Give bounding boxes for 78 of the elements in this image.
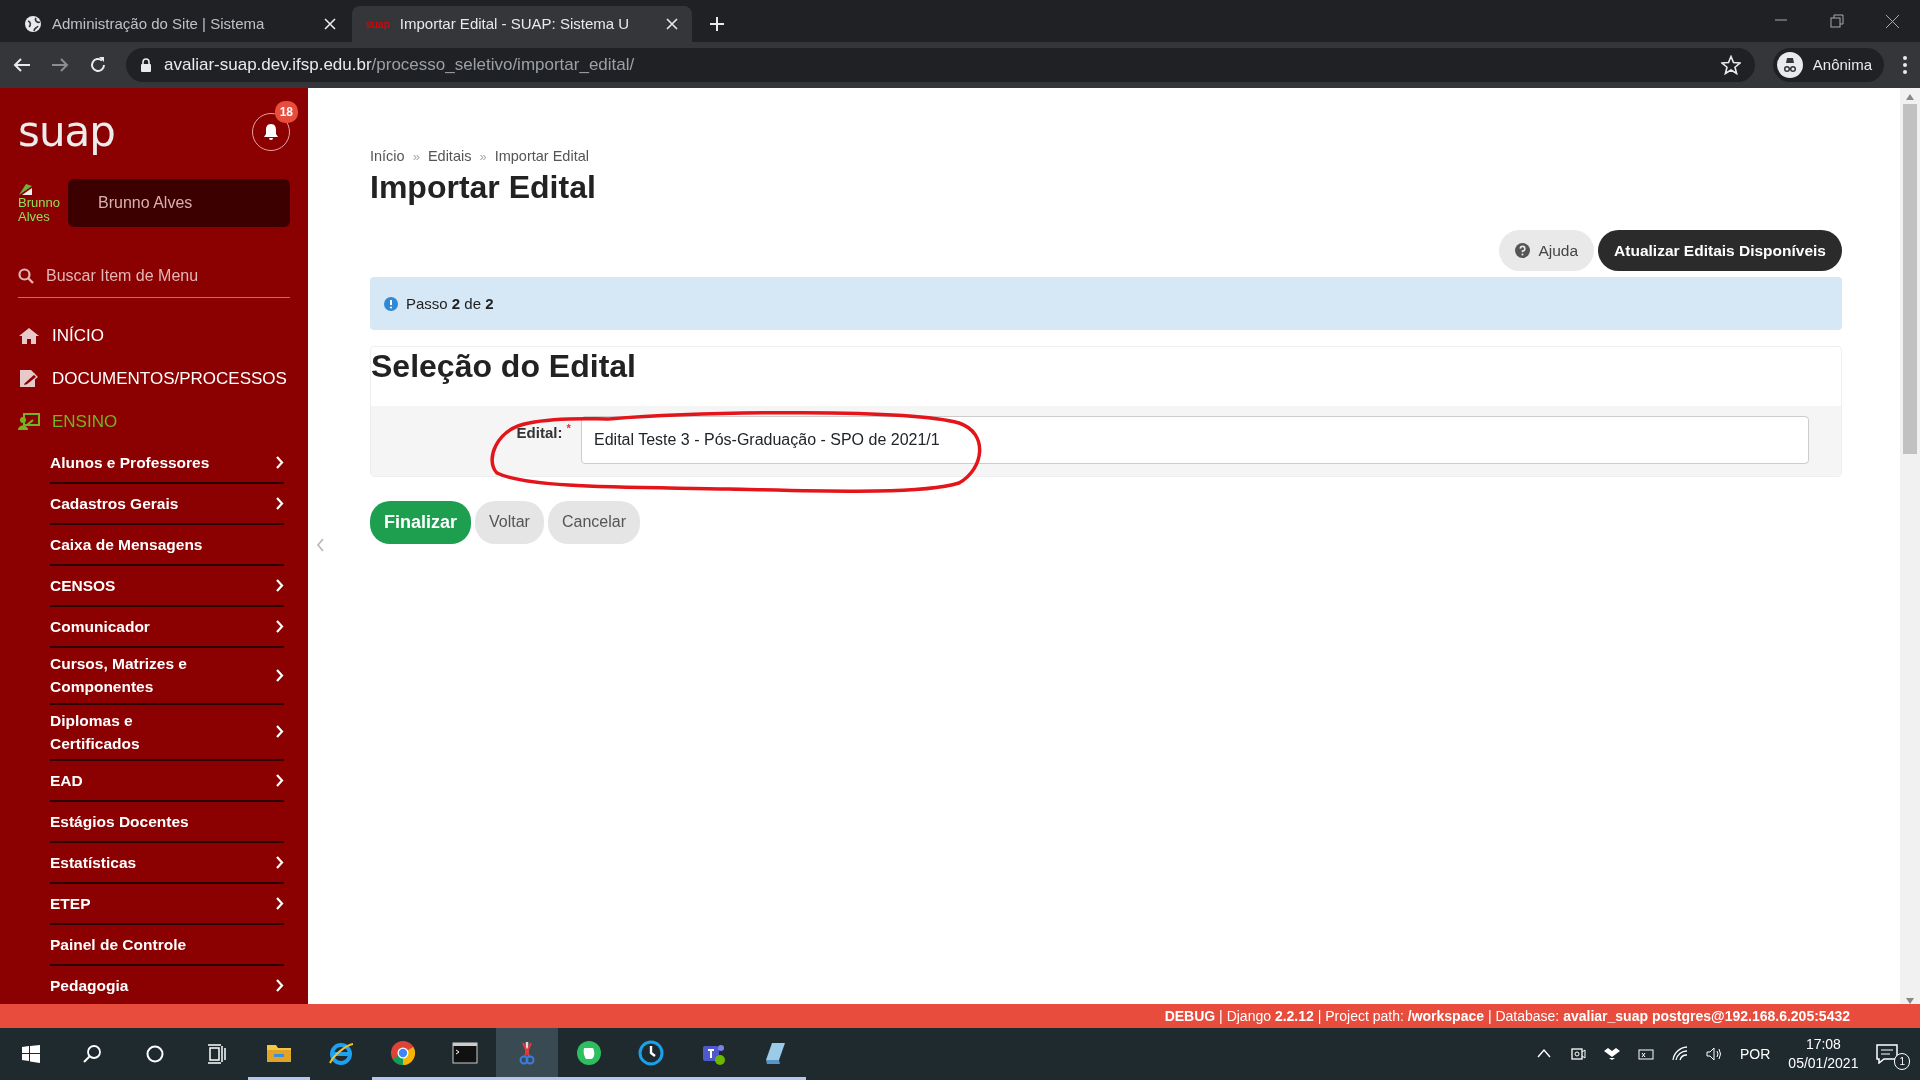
help-button[interactable]: Ajuda bbox=[1499, 230, 1595, 272]
star-icon[interactable] bbox=[1720, 55, 1741, 75]
message-icon[interactable] bbox=[1876, 1044, 1899, 1064]
e-letter-icon bbox=[328, 1041, 354, 1067]
scrollbar-thumb[interactable] bbox=[1903, 104, 1917, 454]
edital-select[interactable]: Edital Teste 3 - Pós-Graduação - SPO de 2021/1 bbox=[581, 415, 1809, 464]
profile-button[interactable]: Anônima bbox=[1772, 48, 1884, 82]
section-title: Seleção do Edital bbox=[371, 347, 637, 387]
alert-message: Passo 2 de 2 bbox=[406, 293, 494, 314]
avatar-alt-text: Brunno Alves bbox=[18, 196, 61, 225]
menu-item[interactable]: EAD bbox=[50, 761, 284, 802]
notification-count: 1 bbox=[1894, 1053, 1910, 1070]
close-icon[interactable] bbox=[1884, 13, 1900, 29]
menu-item[interactable]: Cursos, Matrizes e Componentes bbox=[50, 648, 284, 705]
menu-search-field[interactable]: Buscar Item de Menu bbox=[44, 263, 264, 289]
windows-icon[interactable] bbox=[21, 1044, 41, 1064]
menu-item[interactable]: Alunos e Professores bbox=[50, 443, 284, 484]
form-button[interactable]: Cancelar bbox=[547, 500, 640, 544]
update-button[interactable]: Atualizar Editais Disponíveis bbox=[1598, 230, 1842, 272]
menu-item[interactable]: Painel de Controle bbox=[50, 925, 284, 966]
chrome-icon bbox=[390, 1039, 416, 1066]
menu-item[interactable]: Diplomas e Certificados bbox=[50, 704, 284, 761]
menu-item[interactable]: Caixa de Mensagens bbox=[50, 525, 284, 566]
teacher-icon bbox=[18, 412, 40, 431]
menu-section[interactable]: DOCUMENTOS/PROCESSOS bbox=[18, 357, 290, 400]
document-icon bbox=[18, 369, 40, 388]
lock-icon bbox=[140, 57, 152, 73]
debug-bar: DEBUG | Django 2.2.12 | Project path: /workspace | Database: avaliar_suap postgres@192.168.6.205:5432 bbox=[0, 1004, 1920, 1028]
camera-icon[interactable] bbox=[1570, 1046, 1586, 1062]
clock-icon bbox=[638, 1039, 664, 1066]
home-icon bbox=[18, 326, 40, 345]
taskbar-clock[interactable]: 17:08 05/01/2021 bbox=[1788, 1035, 1859, 1073]
menu-item[interactable]: ETEP bbox=[50, 884, 284, 925]
breadcrumb-separator: » bbox=[479, 148, 487, 167]
scroll-up-icon[interactable] bbox=[1906, 94, 1914, 100]
address-bar[interactable]: avaliar-suap.dev.ifsp.edu.br/processo_seletivo/importar_edital/ bbox=[126, 48, 1755, 82]
page-title: Importar Edital bbox=[370, 167, 597, 207]
form-button[interactable]: Voltar bbox=[475, 500, 544, 544]
more-icon[interactable] bbox=[1902, 55, 1908, 75]
menu-item[interactable]: Cadastros Gerais bbox=[50, 484, 284, 525]
keyboard-icon[interactable] bbox=[1638, 1046, 1654, 1062]
help-icon bbox=[1515, 243, 1531, 259]
terminal-icon bbox=[452, 1039, 478, 1066]
circle-icon[interactable] bbox=[145, 1044, 165, 1064]
task-view-icon[interactable] bbox=[207, 1044, 227, 1064]
breadcrumb-current: Importar Edital bbox=[494, 147, 589, 166]
search-icon bbox=[18, 268, 34, 284]
search-icon[interactable] bbox=[83, 1044, 103, 1064]
breadcrumb-link[interactable]: Editais bbox=[427, 146, 472, 168]
browser-tab[interactable]: Administração do Site | Sistema bbox=[10, 6, 350, 42]
breadcrumb-separator: » bbox=[412, 148, 420, 167]
menu-item[interactable]: Comunicador bbox=[50, 607, 284, 648]
menu-item[interactable]: Estágios Docentes bbox=[50, 802, 284, 843]
info-icon bbox=[384, 296, 398, 311]
globe-icon bbox=[24, 15, 42, 33]
favicon-text: suap bbox=[366, 16, 390, 32]
menu-section[interactable]: INÍCIO bbox=[18, 314, 290, 357]
broken-image-icon bbox=[18, 182, 34, 196]
restore-icon[interactable] bbox=[1828, 13, 1844, 29]
browser-tab[interactable]: suap Importar Edital - SUAP: Sistema U bbox=[352, 6, 692, 42]
wifi-icon[interactable] bbox=[1672, 1046, 1688, 1062]
incognito-icon bbox=[1776, 52, 1803, 78]
dropbox-icon[interactable] bbox=[1604, 1046, 1620, 1062]
notification-count: 18 bbox=[274, 100, 298, 123]
bell-icon bbox=[263, 122, 279, 141]
url-text: avaliar-suap.dev.ifsp.edu.br/processo_seletivo/importar_edital/ bbox=[164, 54, 635, 77]
reload-icon[interactable] bbox=[88, 55, 108, 75]
logo[interactable]: suap bbox=[18, 100, 115, 163]
menu-section[interactable]: ENSINO bbox=[18, 400, 290, 443]
required-mark: * bbox=[566, 422, 571, 435]
menu-item[interactable]: Estatísticas bbox=[50, 843, 284, 884]
plus-icon[interactable] bbox=[708, 15, 726, 33]
field-label: Edital: $^{*}$ bbox=[515, 421, 571, 443]
speaker-icon[interactable] bbox=[1706, 1046, 1722, 1062]
breadcrumb-link[interactable]: Início bbox=[370, 146, 405, 168]
user-name[interactable]: Brunno Alves bbox=[68, 179, 290, 227]
menu-item[interactable]: CENSOS bbox=[50, 566, 284, 607]
language-indicator[interactable]: POR bbox=[1740, 1043, 1771, 1065]
